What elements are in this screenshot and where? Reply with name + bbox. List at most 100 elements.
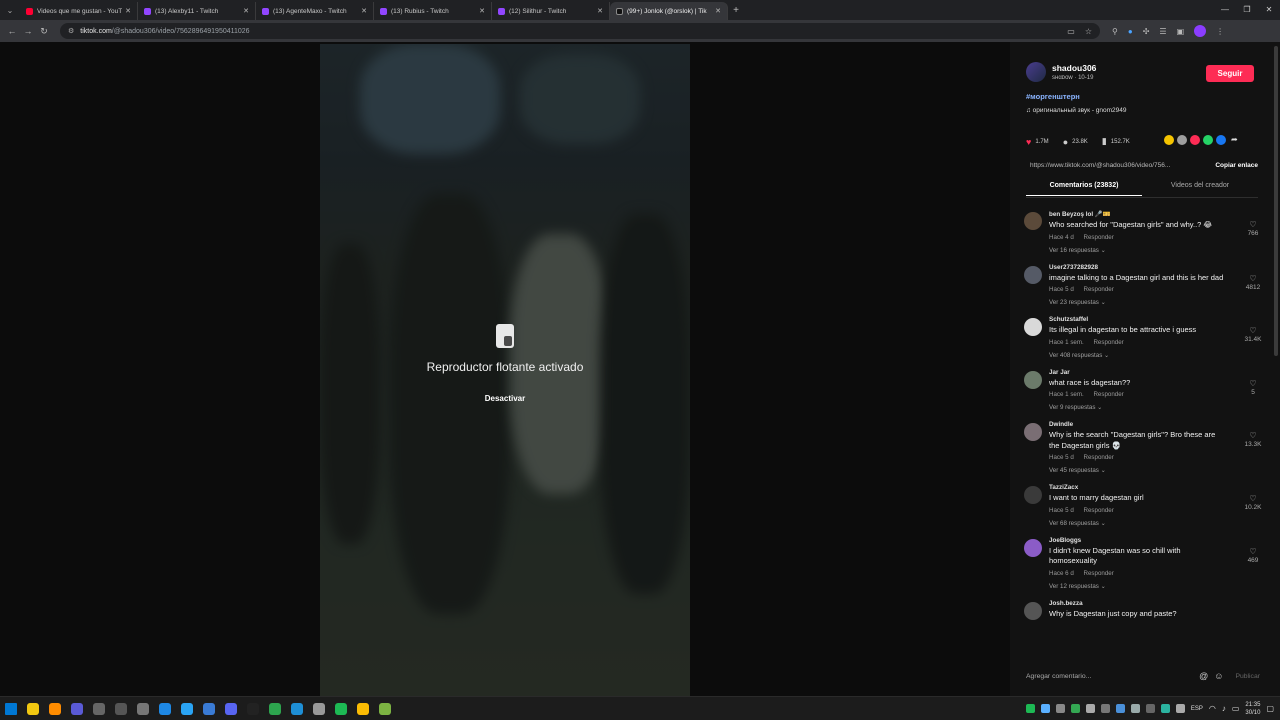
reply-button[interactable]: Responder bbox=[1084, 234, 1114, 241]
taskbar-app-icon[interactable] bbox=[352, 698, 374, 720]
taskbar-app-icon[interactable] bbox=[176, 698, 198, 720]
follow-button[interactable]: Seguir bbox=[1206, 65, 1254, 82]
comment-like-icon[interactable]: ♡ bbox=[1242, 326, 1264, 335]
post-button[interactable]: Publicar bbox=[1235, 673, 1260, 680]
profile-avatar[interactable] bbox=[1194, 25, 1207, 37]
comment-username[interactable]: Jar Jar bbox=[1049, 369, 1227, 376]
taskbar-app-icon[interactable] bbox=[44, 698, 66, 720]
browser-tab[interactable]: (13) Rubius - Twitch ✕ bbox=[374, 2, 492, 20]
taskbar-app-icon[interactable] bbox=[308, 698, 330, 720]
battery-icon[interactable]: ▭ bbox=[1232, 704, 1240, 713]
comment-like-icon[interactable]: ♡ bbox=[1242, 431, 1264, 440]
bookmark-icon[interactable]: ▮ bbox=[1102, 136, 1107, 147]
view-replies-button[interactable]: Ver 45 respuestas ⌄ bbox=[1049, 467, 1227, 474]
reply-button[interactable]: Responder bbox=[1093, 339, 1123, 346]
tab-close-icon[interactable]: ✕ bbox=[361, 7, 367, 15]
extension-icon[interactable]: ⚲ bbox=[1112, 27, 1118, 36]
browser-tab[interactable]: (13) AgenteMaxo - Twitch ✕ bbox=[256, 2, 374, 20]
site-info-icon[interactable]: ⚙ bbox=[68, 27, 74, 35]
notifications-icon[interactable]: ▢ bbox=[1266, 704, 1274, 713]
taskbar-app-icon[interactable] bbox=[264, 698, 286, 720]
comment-username[interactable]: JoeBloggs bbox=[1049, 537, 1227, 544]
comment-avatar[interactable] bbox=[1024, 601, 1042, 620]
mention-icon[interactable]: @ bbox=[1199, 671, 1208, 681]
browser-tab[interactable]: (99+) Jonlok (@orslok) | Tik ✕ bbox=[610, 2, 728, 20]
like-icon[interactable]: ♥ bbox=[1026, 137, 1031, 147]
bookmarks-icon[interactable]: ☰ bbox=[1159, 27, 1166, 36]
browser-tab[interactable]: (13) Alexby11 - Twitch ✕ bbox=[138, 2, 256, 20]
facebook-share-icon[interactable] bbox=[1216, 135, 1226, 145]
taskbar-app-icon[interactable] bbox=[110, 698, 132, 720]
tab-close-icon[interactable]: ✕ bbox=[125, 7, 131, 15]
view-replies-button[interactable]: Ver 408 respuestas ⌄ bbox=[1049, 352, 1227, 359]
sound-link[interactable]: ♫ оригинальный звук - gnom2949 bbox=[1026, 107, 1127, 114]
start-menu-icon[interactable] bbox=[0, 698, 22, 720]
emoji-icon[interactable]: ☺ bbox=[1214, 671, 1223, 681]
embed-share-icon[interactable] bbox=[1164, 135, 1174, 145]
taskbar-app-icon[interactable] bbox=[88, 698, 110, 720]
install-app-icon[interactable]: ▭ bbox=[1067, 27, 1075, 36]
reply-button[interactable]: Responder bbox=[1084, 507, 1114, 514]
back-icon[interactable]: ← bbox=[4, 26, 20, 36]
maximize-icon[interactable]: ❐ bbox=[1236, 0, 1258, 20]
browser-tab[interactable]: (12) Silithur - Twitch ✕ bbox=[492, 2, 610, 20]
menu-icon[interactable]: ⋮ bbox=[1216, 27, 1224, 36]
minimize-icon[interactable]: — bbox=[1214, 0, 1236, 20]
reply-button[interactable]: Responder bbox=[1084, 570, 1114, 577]
comment-username[interactable]: User2737282928 bbox=[1049, 264, 1227, 271]
deactivate-pip-button[interactable]: Desactivar bbox=[485, 394, 525, 403]
language-indicator[interactable]: ESP bbox=[1191, 706, 1203, 712]
comment-avatar[interactable] bbox=[1024, 212, 1042, 230]
comment-like-icon[interactable]: ♡ bbox=[1242, 274, 1264, 283]
repost-share-icon[interactable] bbox=[1190, 135, 1200, 145]
tray-app-icon[interactable] bbox=[1175, 704, 1185, 713]
comment-icon[interactable]: ● bbox=[1063, 137, 1068, 147]
new-tab-button[interactable]: + bbox=[728, 5, 744, 16]
comment-username[interactable]: Josh.bezza bbox=[1049, 600, 1227, 607]
author-info[interactable]: shadou306 sнαᴅᴏᴡ · 10-19 bbox=[1026, 62, 1096, 82]
tab-close-icon[interactable]: ✕ bbox=[243, 7, 249, 15]
tray-app-icon[interactable] bbox=[1100, 704, 1110, 713]
taskbar-app-icon[interactable] bbox=[132, 698, 154, 720]
tab-comments[interactable]: Comentarios (23832) bbox=[1026, 182, 1142, 196]
comment-like-icon[interactable]: ♡ bbox=[1242, 547, 1264, 556]
tray-app-icon[interactable] bbox=[1070, 704, 1080, 713]
comment-like-icon[interactable]: ♡ bbox=[1242, 494, 1264, 503]
taskbar-app-icon[interactable] bbox=[220, 698, 242, 720]
comment-avatar[interactable] bbox=[1024, 265, 1042, 284]
url-field[interactable]: ⚙ tiktok.com/@shadou306/video/7562896491… bbox=[60, 23, 1100, 39]
comment-input[interactable]: Agregar comentario... bbox=[1026, 673, 1193, 680]
view-replies-button[interactable]: Ver 23 respuestas ⌄ bbox=[1049, 299, 1227, 306]
taskbar-app-icon[interactable] bbox=[374, 698, 396, 720]
view-replies-button[interactable]: Ver 16 respuestas ⌄ bbox=[1049, 247, 1227, 254]
view-replies-button[interactable]: Ver 68 respuestas ⌄ bbox=[1049, 520, 1227, 527]
puzzle-icon[interactable]: ✣ bbox=[1143, 27, 1150, 36]
bookmark-star-icon[interactable]: ☆ bbox=[1085, 27, 1092, 36]
reply-button[interactable]: Responder bbox=[1084, 286, 1114, 293]
taskbar-app-icon[interactable] bbox=[154, 698, 176, 720]
comment-username[interactable]: ben Beyzoş lol 🎤🎫 bbox=[1049, 210, 1227, 218]
comment-like-icon[interactable]: ♡ bbox=[1242, 220, 1264, 229]
close-window-icon[interactable]: ✕ bbox=[1258, 0, 1280, 20]
author-username[interactable]: shadou306 bbox=[1052, 63, 1096, 73]
volume-icon[interactable]: ♪ bbox=[1222, 704, 1226, 713]
tab-close-icon[interactable]: ✕ bbox=[597, 7, 603, 15]
tab-groups-icon[interactable]: ▣ bbox=[1177, 27, 1185, 36]
comment-like-icon[interactable]: ♡ bbox=[1242, 379, 1264, 388]
comment-username[interactable]: Schutzstaffel bbox=[1049, 316, 1227, 323]
tray-app-icon[interactable] bbox=[1115, 704, 1125, 713]
tray-app-icon[interactable] bbox=[1055, 704, 1065, 713]
forward-icon[interactable]: → bbox=[20, 26, 36, 36]
tab-creator-videos[interactable]: Videos del creador bbox=[1142, 182, 1258, 196]
browser-tab[interactable]: Videos que me gustan - YouTube ✕ bbox=[20, 2, 138, 20]
comment-username[interactable]: TazziZacx bbox=[1049, 484, 1227, 491]
comment-avatar[interactable] bbox=[1024, 538, 1042, 557]
copy-link-button[interactable]: Copiar enlace bbox=[1215, 162, 1258, 169]
view-replies-button[interactable]: Ver 9 respuestas ⌄ bbox=[1049, 404, 1227, 411]
whatsapp-share-icon[interactable] bbox=[1203, 135, 1213, 145]
tab-search-icon[interactable]: ⌄ bbox=[0, 0, 20, 20]
tray-app-icon[interactable] bbox=[1130, 704, 1140, 713]
tray-app-icon[interactable] bbox=[1145, 704, 1155, 713]
tab-close-icon[interactable]: ✕ bbox=[479, 7, 485, 15]
friends-share-icon[interactable] bbox=[1177, 135, 1187, 145]
